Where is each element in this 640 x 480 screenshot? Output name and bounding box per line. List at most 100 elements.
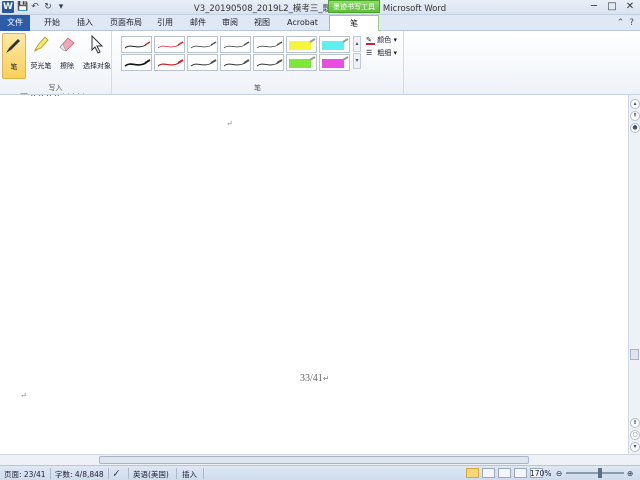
chevron-down-icon: ▾ bbox=[393, 36, 397, 44]
paragraph-mark: ↵ bbox=[322, 374, 330, 383]
highlighter-swatch[interactable] bbox=[319, 36, 350, 53]
status-separator bbox=[128, 468, 129, 479]
help-icon[interactable]: ? bbox=[629, 18, 634, 28]
pen-style-swatch[interactable] bbox=[121, 36, 152, 53]
pen-style-swatch[interactable] bbox=[220, 54, 251, 71]
highlighter-swatch[interactable] bbox=[319, 54, 350, 71]
window-controls: ─ □ ✕ bbox=[588, 1, 636, 13]
pen-style-swatch[interactable] bbox=[187, 54, 218, 71]
highlighter-stroke-icon bbox=[289, 56, 316, 68]
tab-insert[interactable]: 插入 bbox=[77, 17, 93, 29]
highlighter-swatch[interactable] bbox=[286, 54, 317, 71]
tab-mailings[interactable]: 邮件 bbox=[190, 17, 206, 29]
pen-stroke-icon bbox=[256, 59, 283, 67]
tab-review[interactable]: 审阅 bbox=[222, 17, 238, 29]
full-screen-reading-view-button[interactable] bbox=[482, 468, 495, 478]
pen-style-swatch[interactable] bbox=[253, 36, 284, 53]
paragraph-mark: ↵ bbox=[226, 119, 233, 128]
pen-style-swatch[interactable] bbox=[220, 36, 251, 53]
group-write-label: 写入 bbox=[48, 84, 63, 92]
tab-file[interactable]: 文件 bbox=[0, 15, 30, 31]
web-layout-view-button[interactable] bbox=[498, 468, 511, 478]
pen-color-button[interactable]: ✎ 颜色 ▾ bbox=[366, 35, 397, 45]
scroll-up-button[interactable]: ▴ bbox=[630, 99, 640, 109]
minimize-ribbon-icon[interactable]: ⌃ bbox=[617, 18, 625, 28]
next-page-button[interactable]: ⇟ bbox=[630, 418, 640, 428]
horizontal-scroll-thumb[interactable] bbox=[99, 456, 529, 464]
zoom-level[interactable]: 170% bbox=[530, 469, 551, 478]
word-window: W 💾 ↶ ↻ ▾ V3_20190508_2019L2_模考三_题目_XPL_… bbox=[0, 0, 640, 480]
status-separator bbox=[203, 468, 204, 479]
select-arrow-icon bbox=[91, 34, 104, 54]
status-word-count[interactable]: 字数: 4/8,848 bbox=[55, 469, 104, 480]
pen-stroke-icon bbox=[124, 41, 151, 49]
highlighter-stroke-icon bbox=[322, 38, 349, 50]
gallery-more-button[interactable]: ▾ bbox=[353, 53, 361, 69]
close-button[interactable]: ✕ bbox=[624, 1, 636, 13]
ink-tools-context-header: 墨迹书写工具 bbox=[328, 0, 380, 13]
pen-tool-button[interactable]: 笔 bbox=[2, 33, 26, 79]
tab-references[interactable]: 引用 bbox=[157, 17, 173, 29]
pen-stroke-icon bbox=[223, 41, 250, 49]
proofing-icon[interactable]: ✓̸ bbox=[113, 469, 119, 478]
highlighter-stroke-icon bbox=[322, 56, 349, 68]
print-layout-view-button[interactable] bbox=[466, 468, 479, 478]
status-language[interactable]: 英语(美国) bbox=[133, 469, 169, 480]
highlighter-tool-button[interactable]: 荧光笔 bbox=[28, 33, 54, 71]
previous-page-button[interactable]: ⇞ bbox=[630, 111, 640, 121]
line-weight-icon: ☰ bbox=[366, 49, 373, 57]
pen-stroke-icon bbox=[190, 41, 217, 49]
chevron-down-icon: ▾ bbox=[393, 49, 397, 57]
tab-acrobat[interactable]: Acrobat bbox=[287, 17, 318, 29]
status-insert-mode[interactable]: 插入 bbox=[182, 469, 197, 480]
pen-stroke-icon bbox=[190, 59, 217, 67]
document-area[interactable]: — ‥ ‥ ‥ ‥ · · · · · ↵ 33/41↵ ↵ bbox=[0, 93, 628, 454]
eraser-tool-button[interactable]: 擦除 bbox=[54, 33, 80, 71]
eraser-tool-label: 擦除 bbox=[60, 62, 74, 70]
zoom-slider-thumb[interactable] bbox=[598, 468, 602, 478]
pen-style-swatch[interactable] bbox=[154, 36, 185, 53]
pen-thickness-button[interactable]: ☰ 粗细 ▾ bbox=[366, 48, 397, 58]
ribbon-right-controls: ⌃ ? bbox=[617, 18, 634, 28]
horizontal-scrollbar[interactable] bbox=[0, 454, 640, 465]
select-browse-object-button[interactable]: ○ bbox=[630, 430, 640, 440]
pen-thickness-label: 粗细 bbox=[377, 49, 392, 57]
zoom-out-button[interactable]: ⊖ bbox=[556, 469, 562, 478]
paragraph-mark: ↵ bbox=[20, 391, 27, 400]
page-number-text: 33/41 bbox=[300, 373, 323, 384]
pen-stroke-icon bbox=[157, 59, 184, 67]
zoom-in-button[interactable]: ⊕ bbox=[627, 469, 633, 478]
status-separator bbox=[50, 468, 51, 479]
tab-page-layout[interactable]: 页面布局 bbox=[110, 17, 142, 29]
highlighter-swatch[interactable] bbox=[286, 36, 317, 53]
minimize-button[interactable]: ─ bbox=[588, 1, 600, 13]
pen-color-icon: ✎ bbox=[366, 36, 375, 45]
pen-style-swatch[interactable] bbox=[253, 54, 284, 71]
browse-object-button[interactable]: ● bbox=[630, 123, 640, 133]
select-objects-button[interactable]: 选择对象 bbox=[82, 33, 112, 71]
vertical-scrollbar[interactable]: ▴ ⇞ ● ⇟ ○ ▾ bbox=[628, 95, 640, 454]
pen-stroke-icon bbox=[124, 59, 151, 67]
pen-style-swatch[interactable] bbox=[187, 36, 218, 53]
eraser-icon bbox=[59, 37, 75, 52]
group-pens: ▴ ▾ ✎ 颜色 ▾ ☰ 粗细 ▾ 笔 bbox=[112, 31, 404, 95]
pen-icon bbox=[6, 39, 20, 53]
tab-view[interactable]: 视图 bbox=[254, 17, 270, 29]
pen-style-swatch[interactable] bbox=[121, 54, 152, 71]
gallery-scroll-up-button[interactable]: ▴ bbox=[353, 36, 361, 52]
window-title: V3_20190508_2019L2_模考三_题目_XPL_LZ - Micro… bbox=[193, 4, 447, 14]
pen-style-swatch[interactable] bbox=[154, 54, 185, 71]
tab-home[interactable]: 开始 bbox=[44, 17, 60, 29]
pen-tool-label: 笔 bbox=[10, 63, 18, 71]
maximize-button[interactable]: □ bbox=[606, 1, 618, 13]
highlighter-tool-label: 荧光笔 bbox=[30, 62, 52, 70]
vertical-scroll-thumb[interactable] bbox=[630, 349, 639, 360]
pen-stroke-icon bbox=[256, 41, 283, 49]
highlighter-stroke-icon bbox=[289, 38, 316, 50]
outline-view-button[interactable] bbox=[514, 468, 527, 478]
scroll-down-button[interactable]: ▾ bbox=[630, 442, 640, 452]
status-page[interactable]: 页面: 23/41 bbox=[4, 469, 46, 480]
zoom-slider[interactable] bbox=[566, 472, 624, 474]
pen-color-label: 颜色 bbox=[377, 36, 392, 44]
tab-pens[interactable]: 笔 bbox=[329, 15, 379, 32]
